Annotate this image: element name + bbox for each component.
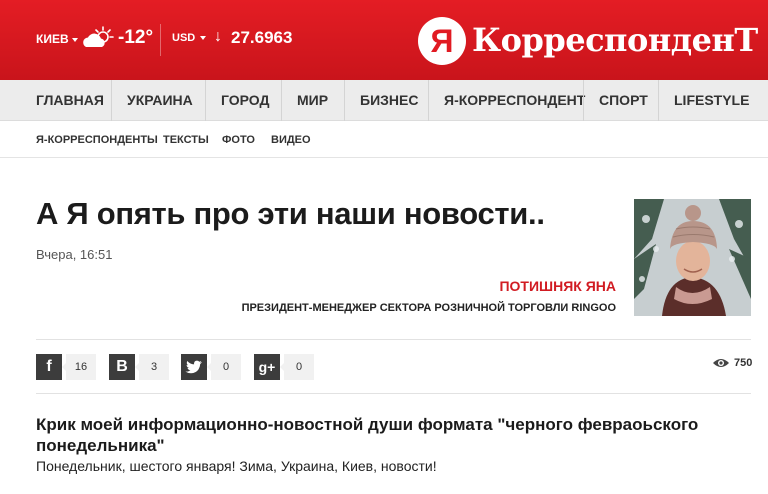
- article-title: А Я опять про эти наши новости..: [36, 196, 545, 231]
- nav-item-business[interactable]: БИЗНЕС: [360, 80, 418, 121]
- logo-mark[interactable]: Я: [418, 17, 466, 65]
- share-vkontakte[interactable]: B 3: [109, 354, 169, 380]
- author-name[interactable]: ПОТИШНЯК ЯНА: [499, 278, 616, 294]
- author-photo[interactable]: [634, 199, 751, 316]
- main-nav: ГЛАВНАЯ УКРАИНА ГОРОД МИР БИЗНЕС Я-КОРРЕ…: [0, 80, 768, 121]
- nav-item-ukraine[interactable]: УКРАИНА: [127, 80, 193, 121]
- temperature: -12°: [118, 27, 154, 48]
- vkontakte-icon: B: [109, 354, 135, 380]
- googleplus-count: 0: [280, 354, 314, 380]
- divider: [111, 80, 112, 121]
- divider: [281, 80, 282, 121]
- twitter-count: 0: [207, 354, 241, 380]
- subnav-item-photo[interactable]: ФОТО: [222, 122, 255, 158]
- nav-item-ya-korrespondent[interactable]: Я-КОРРЕСПОНДЕНТ: [444, 80, 585, 121]
- exchange-rate: 27.6963: [231, 28, 293, 47]
- facebook-count: 16: [62, 354, 96, 380]
- chevron-down-icon: [71, 37, 78, 42]
- lead-title: Крик моей информационно-новостной души ф…: [36, 415, 699, 455]
- nav-item-lifestyle[interactable]: LIFESTYLE: [674, 80, 749, 121]
- subnav-item-video[interactable]: ВИДЕО: [271, 122, 311, 158]
- views-counter: 750: [712, 357, 752, 369]
- currency-label: USD: [172, 32, 196, 44]
- vkontakte-count: 3: [135, 354, 169, 380]
- divider: [428, 80, 429, 121]
- lead-text: Понедельник, шестого января! Зима, Украи…: [36, 458, 437, 474]
- sub-nav: Я-КОРРЕСПОНДЕНТЫ ТЕКСТЫ ФОТО ВИДЕО: [0, 122, 768, 158]
- arrow-down-icon: ↓: [214, 28, 222, 45]
- nav-item-world[interactable]: МИР: [297, 80, 328, 121]
- nav-item-sport[interactable]: СПОРТ: [599, 80, 648, 121]
- nav-item-city[interactable]: ГОРОД: [221, 80, 269, 121]
- city-selector[interactable]: КИЕВ: [36, 32, 78, 46]
- author-position: ПРЕЗИДЕНТ-МЕНЕДЖЕР СЕКТОРА РОЗНИЧНОЙ ТОР…: [241, 302, 616, 314]
- article-date: Вчера, 16:51: [36, 247, 113, 262]
- logo-text[interactable]: КорреспонденТ: [472, 20, 758, 60]
- googleplus-icon: g+: [254, 354, 280, 380]
- divider: [36, 339, 751, 340]
- chevron-down-icon: [200, 36, 207, 41]
- nav-item-main[interactable]: ГЛАВНАЯ: [36, 80, 104, 121]
- city-label: КИЕВ: [36, 32, 69, 46]
- subnav-item-texts[interactable]: ТЕКСТЫ: [163, 122, 209, 158]
- facebook-icon: f: [36, 354, 62, 380]
- author-photo-image: [634, 199, 751, 316]
- share-facebook[interactable]: f 16: [36, 354, 96, 380]
- eye-icon: [713, 359, 729, 367]
- divider: [36, 393, 751, 394]
- subnav-item-correspondents[interactable]: Я-КОРРЕСПОНДЕНТЫ: [36, 122, 158, 158]
- divider: [658, 80, 659, 121]
- share-twitter[interactable]: 0: [181, 354, 241, 380]
- twitter-bird-icon: [181, 354, 207, 380]
- cloud-sun-icon: [83, 26, 114, 47]
- divider: [205, 80, 206, 121]
- share-googleplus[interactable]: g+ 0: [254, 354, 314, 380]
- top-bar: КИЕВ -12° USD ↓ 27.6963 Я КорреспонденТ: [0, 0, 768, 80]
- divider: [583, 80, 584, 121]
- divider: [160, 24, 161, 56]
- currency-selector[interactable]: USD: [172, 32, 207, 44]
- views-count: 750: [734, 357, 753, 369]
- divider: [344, 80, 345, 121]
